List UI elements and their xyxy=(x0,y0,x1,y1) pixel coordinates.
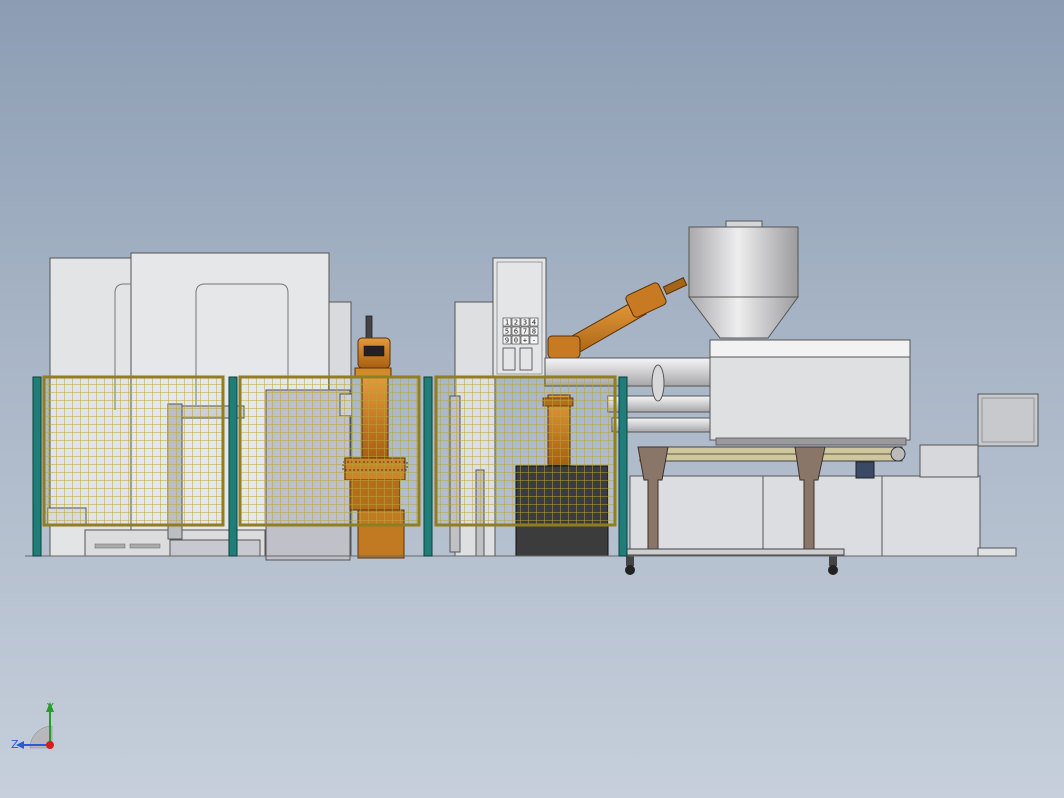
keypad-key-label: 5 xyxy=(505,328,509,336)
caster-right xyxy=(828,556,838,575)
keypad-key-label: 8 xyxy=(532,328,536,336)
caster-left xyxy=(625,556,635,575)
cad-assembly-view: 1 2 3 4 5 6 7 8 9 0 + - Y Z xyxy=(11,220,1039,751)
keypad-key-label: 9 xyxy=(505,337,509,345)
fence-panel-2 xyxy=(238,375,421,527)
keypad-key-label: 2 xyxy=(514,319,518,327)
keypad-key-label: 7 xyxy=(523,328,527,336)
keypad-key-label: 1 xyxy=(505,319,509,327)
axis-triad: Y Z xyxy=(11,701,54,751)
keypad-key-label: 0 xyxy=(514,337,518,345)
fence-panel-3 xyxy=(434,375,617,527)
keypad-key-label: - xyxy=(532,337,536,345)
y-axis-label: Y xyxy=(46,701,54,714)
conveyor xyxy=(639,446,906,479)
keypad-key-label: 3 xyxy=(523,319,527,327)
x-axis-dot xyxy=(46,741,54,749)
material-hopper xyxy=(687,220,799,339)
keypad-key-label: 4 xyxy=(532,319,536,327)
keypad-key-label: 6 xyxy=(514,328,518,336)
keypad-key-label: + xyxy=(523,337,527,345)
z-axis-label: Z xyxy=(11,738,19,751)
fence-panel-1 xyxy=(42,375,225,527)
